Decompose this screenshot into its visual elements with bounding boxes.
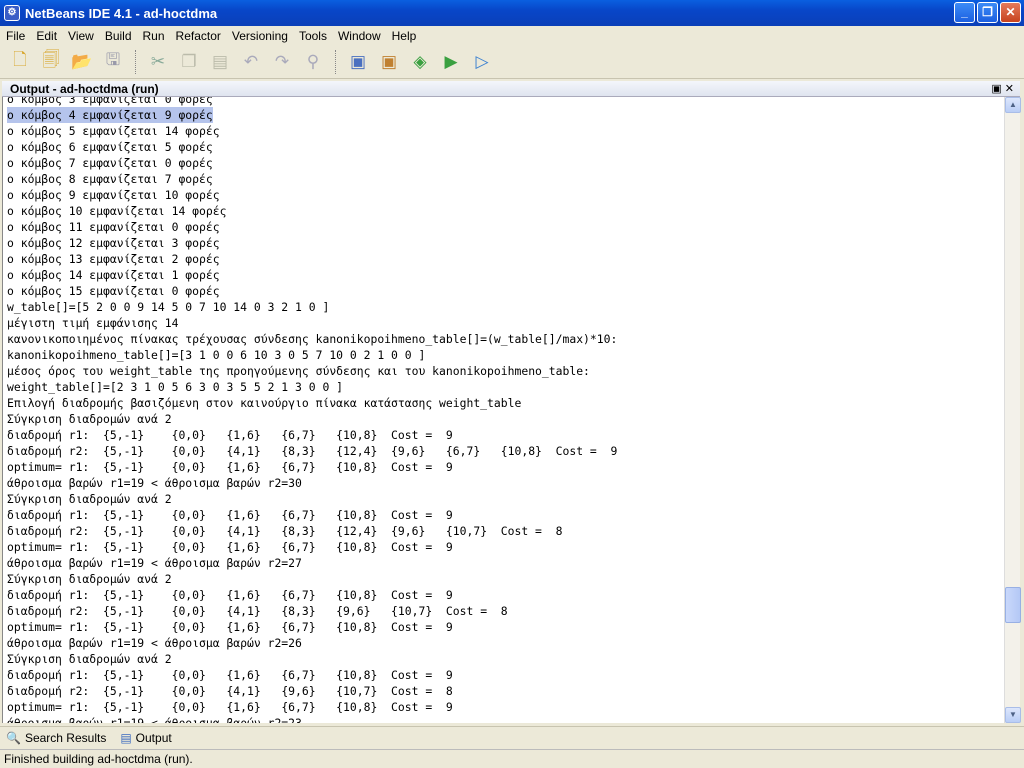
output-line: ο κόμβος 15 εμφανίζεται 0 φορές — [7, 284, 220, 298]
clean-build-icon[interactable]: ▣ — [377, 50, 401, 74]
new-project-icon[interactable]: 🗐 — [39, 50, 63, 74]
undo-icon[interactable]: ↶ — [239, 50, 263, 74]
output-line: διαδρομή r2: {5,-1} {0,0} {4,1} {8,3} {9… — [7, 604, 508, 618]
panel-close-icon[interactable]: ✕ — [1005, 83, 1014, 95]
debug-project-icon[interactable]: ▷ — [470, 50, 494, 74]
output-line: κανονικοποιημένος πίνακας τρέχουσας σύνδ… — [7, 332, 618, 346]
output-line: μέγιστη τιμή εμφάνισης 14 — [7, 316, 179, 330]
tab-label: Search Results — [24, 730, 107, 745]
menu-window[interactable]: Window — [334, 29, 388, 43]
search-icon: 🔍 — [6, 730, 21, 745]
output-line: ο κόμβος 9 εμφανίζεται 10 φορές — [7, 188, 220, 202]
output-line: ο κόμβος 14 εμφανίζεται 1 φορές — [7, 268, 220, 282]
scroll-down-arrow[interactable]: ▼ — [1005, 707, 1021, 723]
status-text: Finished building ad-hoctdma (run). — [4, 752, 193, 766]
close-button[interactable]: ✕ — [1000, 2, 1021, 23]
output-line: weight_table[]=[2 3 1 0 5 6 3 0 3 5 5 2 … — [7, 380, 344, 394]
output-line: διαδρομή r2: {5,-1} {0,0} {4,1} {8,3} {1… — [7, 524, 563, 538]
output-line: optimum= r1: {5,-1} {0,0} {1,6} {6,7} {1… — [7, 620, 453, 634]
run-project-icon[interactable]: ◈ — [408, 50, 432, 74]
redo-icon[interactable]: ↷ — [270, 50, 294, 74]
output-line: διαδρομή r1: {5,-1} {0,0} {1,6} {6,7} {1… — [7, 588, 453, 602]
output-line: ο κόμβος 4 εμφανίζεται 9 φορές — [7, 107, 213, 123]
paste-icon[interactable]: ▤ — [208, 50, 232, 74]
status-bar: Finished building ad-hoctdma (run). — [0, 749, 1024, 768]
menu-bar: File Edit View Build Run Refactor Versio… — [0, 26, 1024, 45]
menu-view[interactable]: View — [64, 29, 101, 43]
menu-build[interactable]: Build — [101, 29, 139, 43]
output-line: ο κόμβος 3 εμφανίζεται 0 φορές — [7, 97, 213, 106]
output-lines: ο κόμβος 3 εμφανίζεται 0 φορές ο κόμβος 4… — [7, 97, 617, 723]
new-file-icon[interactable]: 🗋 — [8, 50, 32, 74]
toolbar: 🗋 🗐 📂 🖫 ✂ ❐ ▤ ↶ ↷ ⚲ ▣ ▣ ◈ ▶ ▷ — [0, 45, 1024, 79]
cut-icon[interactable]: ✂ — [146, 50, 170, 74]
output-line: ο κόμβος 7 εμφανίζεται 0 φορές — [7, 156, 213, 170]
output-panel-header: Output - ad-hoctdma (run) ▣ ✕ — [2, 81, 1020, 97]
output-line: Επιλογή διαδρομής βασιζόμενη στον καινού… — [7, 396, 522, 410]
menu-tools[interactable]: Tools — [295, 29, 334, 43]
tab-search-results[interactable]: 🔍 Search Results — [6, 731, 106, 745]
output-line: Σύγκριση διαδρομών ανά 2 — [7, 492, 172, 506]
minimize-button[interactable]: _ — [954, 2, 975, 23]
output-line: ο κόμβος 10 εμφανίζεται 14 φορές — [7, 204, 227, 218]
title-bar: ⚙ NetBeans IDE 4.1 - ad-hoctdma _ ❐ ✕ — [0, 0, 1024, 26]
copy-icon[interactable]: ❐ — [177, 50, 201, 74]
output-line: optimum= r1: {5,-1} {0,0} {1,6} {6,7} {1… — [7, 460, 453, 474]
save-all-icon[interactable]: 🖫 — [101, 50, 125, 74]
open-project-icon[interactable]: 📂 — [70, 50, 94, 74]
find-icon[interactable]: ⚲ — [301, 50, 325, 74]
tab-output[interactable]: ▤ Output — [120, 731, 171, 745]
output-line: optimum= r1: {5,-1} {0,0} {1,6} {6,7} {1… — [7, 540, 453, 554]
output-line: άθροισμα βαρών r1=19 < άθροισμα βαρών r2… — [7, 716, 302, 723]
output-text-area[interactable]: ο κόμβος 3 εμφανίζεται 0 φορές ο κόμβος 4… — [2, 97, 1004, 723]
menu-file[interactable]: File — [2, 29, 32, 43]
run-file-icon[interactable]: ▶ — [439, 50, 463, 74]
output-line: ο κόμβος 11 εμφανίζεται 0 φορές — [7, 220, 220, 234]
build-project-icon[interactable]: ▣ — [346, 50, 370, 74]
output-line: μέσος όρος του weight_table της προηγούμ… — [7, 364, 590, 378]
output-line: άθροισμα βαρών r1=19 < άθροισμα βαρών r2… — [7, 636, 302, 650]
panel-maximize-icon[interactable]: ▣ — [991, 83, 1001, 95]
output-line: ο κόμβος 12 εμφανίζεται 3 φορές — [7, 236, 220, 250]
bottom-tabs: 🔍 Search Results ▤ Output — [0, 726, 1024, 748]
scroll-up-arrow[interactable]: ▲ — [1005, 97, 1021, 113]
tab-label: Output — [135, 730, 172, 745]
vertical-scrollbar[interactable]: ▲ ▼ — [1004, 97, 1021, 723]
output-line: άθροισμα βαρών r1=19 < άθροισμα βαρών r2… — [7, 476, 302, 490]
output-line: ο κόμβος 8 εμφανίζεται 7 φορές — [7, 172, 213, 186]
menu-refactor[interactable]: Refactor — [172, 29, 228, 43]
output-line: Σύγκριση διαδρομών ανά 2 — [7, 412, 172, 426]
output-line: διαδρομή r2: {5,-1} {0,0} {4,1} {8,3} {1… — [7, 444, 618, 458]
output-line: Σύγκριση διαδρομών ανά 2 — [7, 652, 172, 666]
output-icon: ▤ — [120, 730, 132, 745]
output-line: άθροισμα βαρών r1=19 < άθροισμα βαρών r2… — [7, 556, 302, 570]
output-line: διαδρομή r1: {5,-1} {0,0} {1,6} {6,7} {1… — [7, 428, 453, 442]
scrollbar-thumb[interactable] — [1005, 587, 1021, 624]
menu-run[interactable]: Run — [139, 29, 172, 43]
toolbar-separator — [135, 49, 136, 74]
output-panel-title: Output - ad-hoctdma (run) — [10, 82, 159, 96]
window-title: NetBeans IDE 4.1 - ad-hoctdma — [25, 5, 218, 21]
output-line: kanonikopoihmeno_table[]=[3 1 0 0 6 10 3… — [7, 348, 426, 362]
output-line: διαδρομή r1: {5,-1} {0,0} {1,6} {6,7} {1… — [7, 668, 453, 682]
toolbar-separator — [335, 49, 336, 74]
menu-edit[interactable]: Edit — [32, 29, 64, 43]
menu-versioning[interactable]: Versioning — [228, 29, 295, 43]
output-line: Σύγκριση διαδρομών ανά 2 — [7, 572, 172, 586]
netbeans-app-icon: ⚙ — [4, 5, 20, 21]
output-line: διαδρομή r2: {5,-1} {0,0} {4,1} {9,6} {1… — [7, 684, 453, 698]
output-line: w_table[]=[5 2 0 0 9 14 5 0 7 10 14 0 3 … — [7, 300, 330, 314]
menu-help[interactable]: Help — [388, 29, 424, 43]
output-line: ο κόμβος 13 εμφανίζεται 2 φορές — [7, 252, 220, 266]
output-line: ο κόμβος 6 εμφανίζεται 5 φορές — [7, 140, 213, 154]
output-line: ο κόμβος 5 εμφανίζεται 14 φορές — [7, 124, 220, 138]
output-line: διαδρομή r1: {5,-1} {0,0} {1,6} {6,7} {1… — [7, 508, 453, 522]
output-line: optimum= r1: {5,-1} {0,0} {1,6} {6,7} {1… — [7, 700, 453, 714]
maximize-button[interactable]: ❐ — [977, 2, 998, 23]
